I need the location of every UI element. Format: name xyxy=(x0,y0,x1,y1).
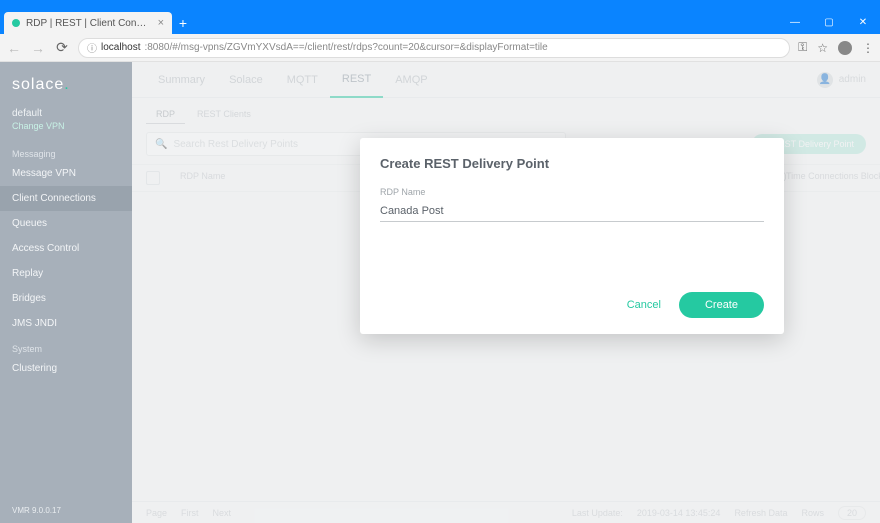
window-maximize-button[interactable]: ▢ xyxy=(812,10,846,34)
rdp-name-label: RDP Name xyxy=(380,187,764,197)
sidebar-section-messaging: Messaging xyxy=(0,141,132,161)
address-host: localhost xyxy=(101,42,140,53)
favicon xyxy=(12,19,20,27)
nav-reload-button[interactable]: ⟳ xyxy=(54,39,70,56)
create-button[interactable]: Create xyxy=(679,292,764,318)
browser-tab[interactable]: RDP | REST | Client Connections × xyxy=(4,12,172,34)
address-path: :8080/#/msg-vpns/ZGVmYXVsdA==/client/res… xyxy=(144,42,547,53)
sidebar-item-clustering[interactable]: Clustering xyxy=(0,356,132,381)
sidebar-item-access-control[interactable]: Access Control xyxy=(0,236,132,261)
sidebar: solace. default Change VPN Messaging Mes… xyxy=(0,62,132,523)
sidebar-item-replay[interactable]: Replay xyxy=(0,261,132,286)
site-info-icon[interactable]: ⓘ xyxy=(87,40,97,55)
sidebar-item-bridges[interactable]: Bridges xyxy=(0,286,132,311)
key-icon[interactable]: ⚿ xyxy=(798,40,807,55)
change-vpn-link[interactable]: Change VPN xyxy=(0,119,132,141)
window-close-button[interactable]: ✕ xyxy=(846,10,880,34)
logo: solace. xyxy=(0,62,132,104)
sidebar-item-client-connections[interactable]: Client Connections xyxy=(0,186,132,211)
create-rdp-modal: Create REST Delivery Point RDP Name Canc… xyxy=(360,138,784,334)
profile-avatar[interactable] xyxy=(838,41,852,55)
browser-menu-icon[interactable]: ⋮ xyxy=(862,41,874,55)
sidebar-item-jms-jndi[interactable]: JMS JNDI xyxy=(0,311,132,336)
nav-back-button[interactable]: ← xyxy=(6,40,22,56)
cancel-button[interactable]: Cancel xyxy=(627,299,661,311)
window-minimize-button[interactable]: — xyxy=(778,10,812,34)
tab-title: RDP | REST | Client Connections xyxy=(26,18,152,29)
sidebar-item-queues[interactable]: Queues xyxy=(0,211,132,236)
nav-forward-button[interactable]: → xyxy=(30,40,46,56)
close-tab-icon[interactable]: × xyxy=(158,17,164,29)
vpn-name: default xyxy=(0,104,132,119)
sidebar-section-system: System xyxy=(0,336,132,356)
new-tab-button[interactable]: + xyxy=(172,12,194,34)
address-bar[interactable]: ⓘ localhost :8080/#/msg-vpns/ZGVmYXVsdA=… xyxy=(78,38,790,58)
sidebar-item-message-vpn[interactable]: Message VPN xyxy=(0,161,132,186)
bookmark-star-icon[interactable]: ☆ xyxy=(817,41,828,55)
sidebar-version: VMR 9.0.0.17 xyxy=(0,498,132,523)
rdp-name-input[interactable] xyxy=(380,202,764,222)
modal-title: Create REST Delivery Point xyxy=(380,156,764,171)
